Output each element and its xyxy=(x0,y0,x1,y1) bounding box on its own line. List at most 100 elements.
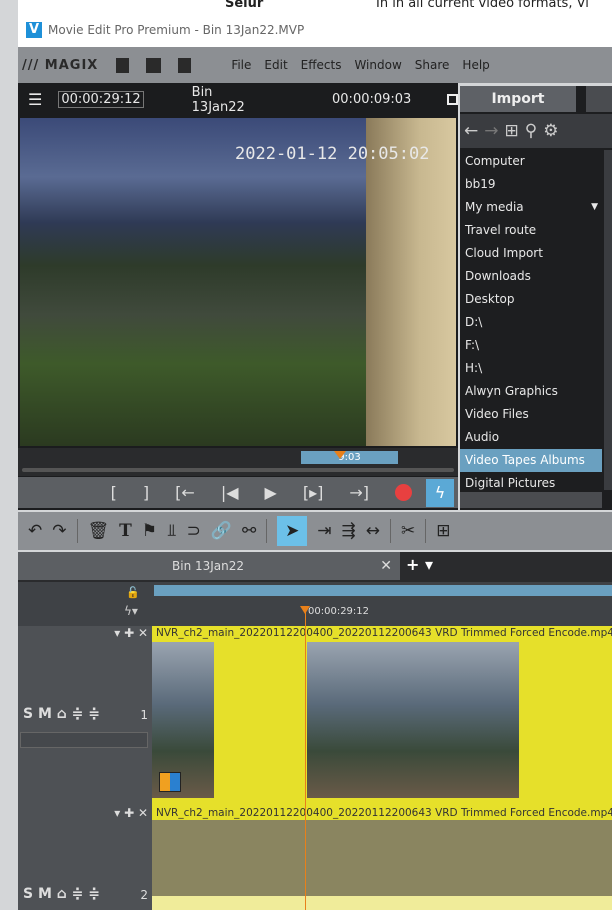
record-button[interactable] xyxy=(395,484,412,501)
menu-bar: /// MAGIX File Edit Effects Window Share… xyxy=(18,47,612,83)
chevron-down-icon: ▼ xyxy=(591,202,598,212)
tab-other[interactable] xyxy=(586,86,612,112)
menu-help[interactable]: Help xyxy=(462,58,489,72)
play-range-button[interactable]: [▸] xyxy=(303,483,324,502)
new-file-icon[interactable] xyxy=(116,57,130,73)
vertical-scrollbar[interactable] xyxy=(604,150,612,490)
list-item[interactable]: bb19 xyxy=(460,173,602,196)
track-controls[interactable]: ▾ ✚ ✕ xyxy=(114,626,148,640)
playhead-timecode: 00:00:29:12 xyxy=(308,606,370,617)
stretch-icon[interactable]: ↔ xyxy=(366,521,380,541)
duration-timecode: 00:00:09:03 xyxy=(332,92,412,107)
maximize-icon[interactable] xyxy=(447,94,458,105)
track-header-2: ▾ ✚ ✕ S M ⌂ ≑ ≑ 2 xyxy=(18,806,152,910)
play-button[interactable]: ▶ xyxy=(265,483,277,502)
list-item[interactable]: Alwyn Graphics xyxy=(460,380,602,403)
multi-select-icon[interactable]: ⇶ xyxy=(341,521,355,541)
menu-share[interactable]: Share xyxy=(415,58,450,72)
list-item[interactable]: D:\ xyxy=(460,311,602,334)
open-folder-icon[interactable] xyxy=(146,57,162,73)
unlink-icon[interactable]: ⚯ xyxy=(242,521,256,541)
horizontal-scrollbar[interactable] xyxy=(460,492,602,508)
range-marker[interactable]: 9:03 xyxy=(301,451,398,464)
previous-frame-button[interactable]: |◀ xyxy=(221,483,239,502)
go-to-out-button[interactable]: →] xyxy=(349,483,369,502)
video-timestamp: 2022-01-12 20:05:02 xyxy=(235,144,430,164)
clip-title-1[interactable]: NVR_ch2_main_20220112200400_202201122006… xyxy=(152,626,612,640)
import-toolbar: ← → ⊞ ⚲ ⚙ xyxy=(460,114,612,148)
close-icon[interactable]: ✕ xyxy=(380,552,392,580)
go-to-in-button[interactable]: [← xyxy=(175,483,195,502)
list-item-selected[interactable]: Video Tapes Albums xyxy=(460,449,602,472)
menu-file[interactable]: File xyxy=(231,58,251,72)
menu-window[interactable]: Window xyxy=(354,58,401,72)
track-number: 1 xyxy=(140,708,148,722)
list-item[interactable]: Audio xyxy=(460,426,602,449)
background-webpage: Selur In in all current video formats, V… xyxy=(0,0,612,13)
track-name-field[interactable] xyxy=(20,732,148,748)
preview-scrubber[interactable]: 9:03 xyxy=(18,448,458,476)
list-item[interactable]: Desktop xyxy=(460,288,602,311)
list-item[interactable]: Video Files xyxy=(460,403,602,426)
preview-header: ☰ 00:00:29:12 Bin 13Jan22 00:00:09:03 xyxy=(18,83,458,116)
gear-icon[interactable]: ⚙ xyxy=(543,121,558,141)
background-strip xyxy=(0,0,18,910)
mark-in-button[interactable]: [ xyxy=(111,483,117,502)
menu-edit[interactable]: Edit xyxy=(264,58,287,72)
transport-controls: [ ] [← |◀ ▶ [▸] →] ϟ xyxy=(18,477,458,508)
search-icon[interactable]: ⚲ xyxy=(525,121,537,141)
lock-icon[interactable]: 🔓 xyxy=(126,586,140,599)
undo-icon[interactable]: ↶ xyxy=(28,521,42,541)
mark-out-button[interactable]: ] xyxy=(143,483,149,502)
save-icon[interactable] xyxy=(178,57,192,73)
marker-flag-icon[interactable]: ⚑ xyxy=(142,521,157,541)
track-controls[interactable]: ▾ ✚ ✕ xyxy=(114,806,148,820)
split-icon[interactable]: ⫫ xyxy=(167,521,177,541)
project-tab-label: Bin 13Jan22 xyxy=(172,559,245,573)
playhead-handle[interactable] xyxy=(300,606,310,614)
link-icon[interactable]: 🔗 xyxy=(211,521,232,541)
list-item[interactable]: H:\ xyxy=(460,357,602,380)
pointer-icon[interactable]: ➤ xyxy=(277,516,308,546)
forward-icon[interactable]: → xyxy=(484,121,498,141)
tab-project[interactable]: Bin 13Jan22 ✕ xyxy=(18,552,400,580)
window-title: Movie Edit Pro Premium - Bin 13Jan22.MVP xyxy=(48,23,305,37)
video-clip-2[interactable] xyxy=(152,820,612,910)
list-item[interactable]: F:\ xyxy=(460,334,602,357)
list-item[interactable]: Downloads xyxy=(460,265,602,288)
group-icon[interactable]: ⊃ xyxy=(187,521,201,541)
import-panel: Import ← → ⊞ ⚲ ⚙ Computer bb19 My media ▼… xyxy=(460,86,612,510)
video-frame: 2022-01-12 20:05:02 xyxy=(20,118,456,446)
solo-mute-buttons[interactable]: S M ⌂ ≑ ≑ xyxy=(23,706,100,722)
add-tab-button[interactable]: + ▾ xyxy=(406,555,433,574)
timeline-ruler[interactable]: 🔓 ϟ▾ 00:00:29:12 xyxy=(18,582,612,626)
list-item[interactable]: Computer xyxy=(460,150,602,173)
hamburger-menu-icon[interactable]: ☰ xyxy=(28,90,42,109)
clip-title-2[interactable]: NVR_ch2_main_20220112200400_202201122006… xyxy=(152,806,612,820)
back-icon[interactable]: ← xyxy=(464,121,478,141)
range-bar[interactable] xyxy=(154,585,612,596)
lightning-icon[interactable]: ϟ xyxy=(426,478,454,507)
lightning-dropdown-icon[interactable]: ϟ▾ xyxy=(124,604,138,618)
current-timecode[interactable]: 00:00:29:12 xyxy=(58,91,144,108)
timeline-playhead[interactable] xyxy=(305,606,306,910)
tab-import[interactable]: Import xyxy=(460,86,576,112)
redo-icon[interactable]: ↷ xyxy=(52,521,66,541)
text-icon[interactable]: T xyxy=(119,521,132,541)
magix-logo: /// MAGIX xyxy=(22,57,99,73)
clip-effect-icon xyxy=(159,772,181,792)
insert-mode-icon[interactable]: ⊞ xyxy=(436,521,450,541)
list-item[interactable]: My media ▼ xyxy=(460,196,602,219)
playhead-marker[interactable] xyxy=(334,451,346,459)
scissors-icon[interactable]: ✂ xyxy=(401,521,415,541)
solo-mute-buttons[interactable]: S M ⌂ ≑ ≑ xyxy=(23,886,100,902)
list-item[interactable]: Travel route xyxy=(460,219,602,242)
list-item[interactable]: Cloud Import xyxy=(460,242,602,265)
ripple-select-icon[interactable]: ⇥ xyxy=(317,521,331,541)
scroll-bar[interactable] xyxy=(22,468,454,472)
video-clip-1[interactable] xyxy=(152,640,612,806)
menu-effects[interactable]: Effects xyxy=(301,58,342,72)
tree-icon[interactable]: ⊞ xyxy=(505,121,519,141)
delete-icon[interactable]: 🗑 xyxy=(88,521,110,541)
title-bar: V Movie Edit Pro Premium - Bin 13Jan22.M… xyxy=(18,13,612,47)
